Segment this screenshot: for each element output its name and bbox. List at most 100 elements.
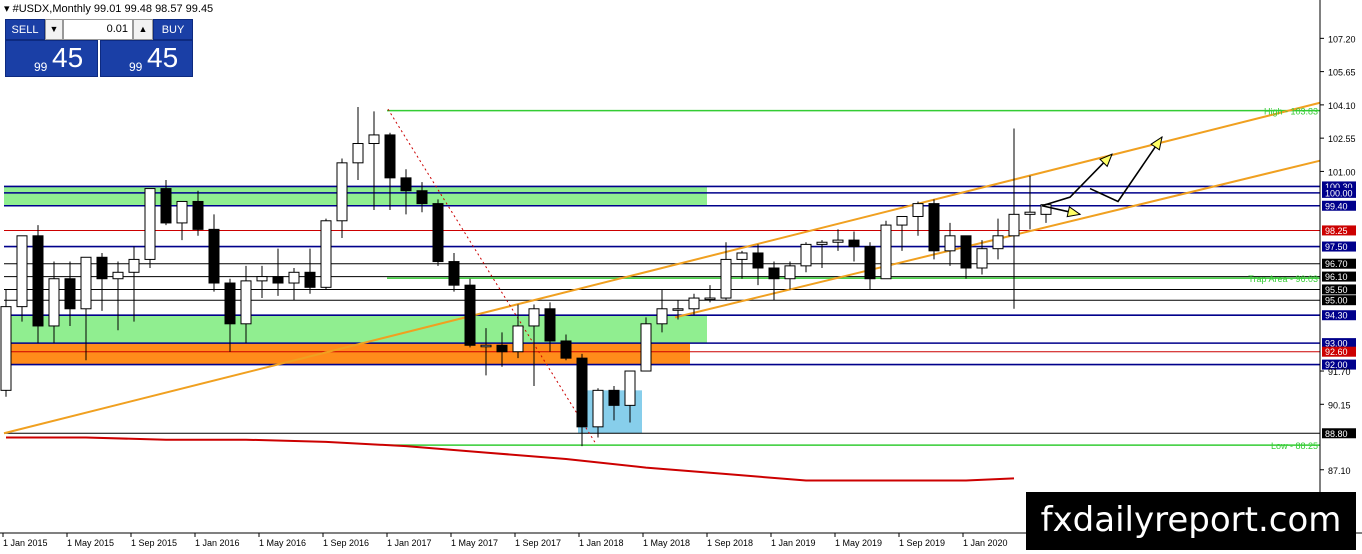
bear-candle xyxy=(848,239,860,248)
bear-candle xyxy=(192,200,204,230)
bear-candle xyxy=(928,203,940,252)
bull-candle xyxy=(880,224,892,280)
bear-candle xyxy=(400,177,412,192)
bull-candle xyxy=(784,265,796,280)
x-tick-label: 1 Jan 2017 xyxy=(387,538,432,548)
symbol-line: #USDX,Monthly 99.01 99.48 98.57 99.45 xyxy=(12,3,214,15)
bear-candle xyxy=(32,235,44,327)
resistance-zone xyxy=(4,186,707,206)
y-tick-label: 90.15 xyxy=(1328,400,1351,410)
lot-decrease-icon[interactable]: ▼ xyxy=(45,19,63,40)
bull-candle xyxy=(672,308,684,311)
level-label-text: 96.10 xyxy=(1325,272,1348,282)
bull-candle xyxy=(736,252,748,260)
bear-candle xyxy=(960,235,972,269)
y-tick-label: 105.65 xyxy=(1328,68,1356,78)
sell-price[interactable]: 99 45 xyxy=(5,40,98,77)
bear-candle xyxy=(304,271,316,288)
bear-candle xyxy=(224,282,236,325)
x-tick-label: 1 May 2016 xyxy=(259,538,306,548)
x-tick-label: 1 Sep 2018 xyxy=(707,538,753,548)
bull-candle xyxy=(528,308,540,327)
bear-candle xyxy=(864,246,876,280)
lot-size-input[interactable]: 0.01 xyxy=(63,19,133,40)
y-tick-label: 104.10 xyxy=(1328,101,1356,111)
bull-candle xyxy=(128,258,140,273)
x-tick-label: 1 Sep 2016 xyxy=(323,538,369,548)
y-tick-label: 87.10 xyxy=(1328,466,1351,476)
bull-candle xyxy=(1008,213,1020,237)
sell-price-small: 99 xyxy=(34,60,48,74)
level-label-text: 100.00 xyxy=(1325,188,1353,198)
x-tick-label: 1 Jan 2015 xyxy=(3,538,48,548)
bear-candle xyxy=(160,188,172,224)
level-label-text: 99.40 xyxy=(1325,201,1348,211)
bear-candle xyxy=(544,308,556,342)
bear-candle xyxy=(608,389,620,406)
bear-candle xyxy=(752,252,764,269)
level-annotation: High - 103.83 xyxy=(1264,107,1318,117)
bear-candle xyxy=(96,256,108,280)
y-tick-label: 102.55 xyxy=(1328,134,1356,144)
bear-candle xyxy=(576,357,588,428)
x-tick-label: 1 Jan 2016 xyxy=(195,538,240,548)
level-label-text: 96.70 xyxy=(1325,259,1348,269)
y-tick-label: 101.00 xyxy=(1328,167,1356,177)
lot-increase-icon[interactable]: ▲ xyxy=(133,19,153,40)
bear-candle xyxy=(448,261,460,286)
x-tick-label: 1 Sep 2019 xyxy=(899,538,945,548)
bull-candle xyxy=(512,325,524,353)
bull-candle xyxy=(816,241,828,245)
x-tick-label: 1 May 2017 xyxy=(451,538,498,548)
bull-candle xyxy=(0,306,12,391)
bull-candle xyxy=(144,188,156,260)
bull-candle xyxy=(80,256,92,310)
buy-button[interactable]: BUY xyxy=(153,19,193,40)
bull-candle xyxy=(352,143,364,164)
bull-candle xyxy=(992,235,1004,250)
x-tick-label: 1 Jan 2019 xyxy=(771,538,816,548)
bull-candle xyxy=(640,323,652,372)
bull-candle xyxy=(1024,211,1036,215)
bull-candle xyxy=(656,308,668,325)
buy-price-small: 99 xyxy=(129,60,143,74)
x-tick-label: 1 Sep 2015 xyxy=(131,538,177,548)
sell-button[interactable]: SELL xyxy=(5,19,45,40)
level-label-text: 95.00 xyxy=(1325,296,1348,306)
bear-candle xyxy=(768,267,780,280)
collapse-arrow-icon[interactable]: ▾ xyxy=(4,3,10,15)
bear-candle xyxy=(272,276,284,284)
bull-candle xyxy=(320,220,332,288)
bull-candle xyxy=(624,370,636,406)
bull-candle xyxy=(720,258,732,299)
bear-candle xyxy=(384,134,396,179)
x-tick-label: 1 Sep 2017 xyxy=(515,538,561,548)
buy-price[interactable]: 99 45 xyxy=(100,40,193,77)
bull-candle xyxy=(176,200,188,224)
bull-candle xyxy=(800,243,812,267)
level-annotation: Trap Area - 96.03 xyxy=(1248,274,1318,284)
bull-candle xyxy=(112,271,124,280)
bear-candle xyxy=(64,278,76,310)
y-tick-label: 107.20 xyxy=(1328,34,1356,44)
brand-watermark: fxdailyreport.com xyxy=(1026,492,1356,550)
bear-candle xyxy=(416,190,428,205)
x-tick-label: 1 May 2019 xyxy=(835,538,882,548)
x-tick-label: 1 May 2015 xyxy=(67,538,114,548)
bull-candle xyxy=(688,297,700,310)
level-label-text: 98.25 xyxy=(1325,226,1348,236)
bear-candle xyxy=(464,284,476,346)
level-label-text: 95.50 xyxy=(1325,285,1348,295)
bull-candle xyxy=(944,235,956,252)
bull-candle xyxy=(256,276,268,282)
level-label-text: 94.30 xyxy=(1325,311,1348,321)
x-tick-label: 1 May 2018 xyxy=(643,538,690,548)
x-tick-label: 1 Jan 2018 xyxy=(579,538,624,548)
price-chart[interactable]: 100.30100.0099.4098.2597.5096.7096.1095.… xyxy=(0,0,1362,554)
level-label-text: 97.50 xyxy=(1325,242,1348,252)
bear-candle xyxy=(496,344,508,353)
y-tick-label: 91.70 xyxy=(1328,367,1351,377)
support-zone xyxy=(4,315,707,344)
level-annotation: Low - 88.25 xyxy=(1271,441,1318,451)
buy-price-big: 45 xyxy=(147,42,179,73)
